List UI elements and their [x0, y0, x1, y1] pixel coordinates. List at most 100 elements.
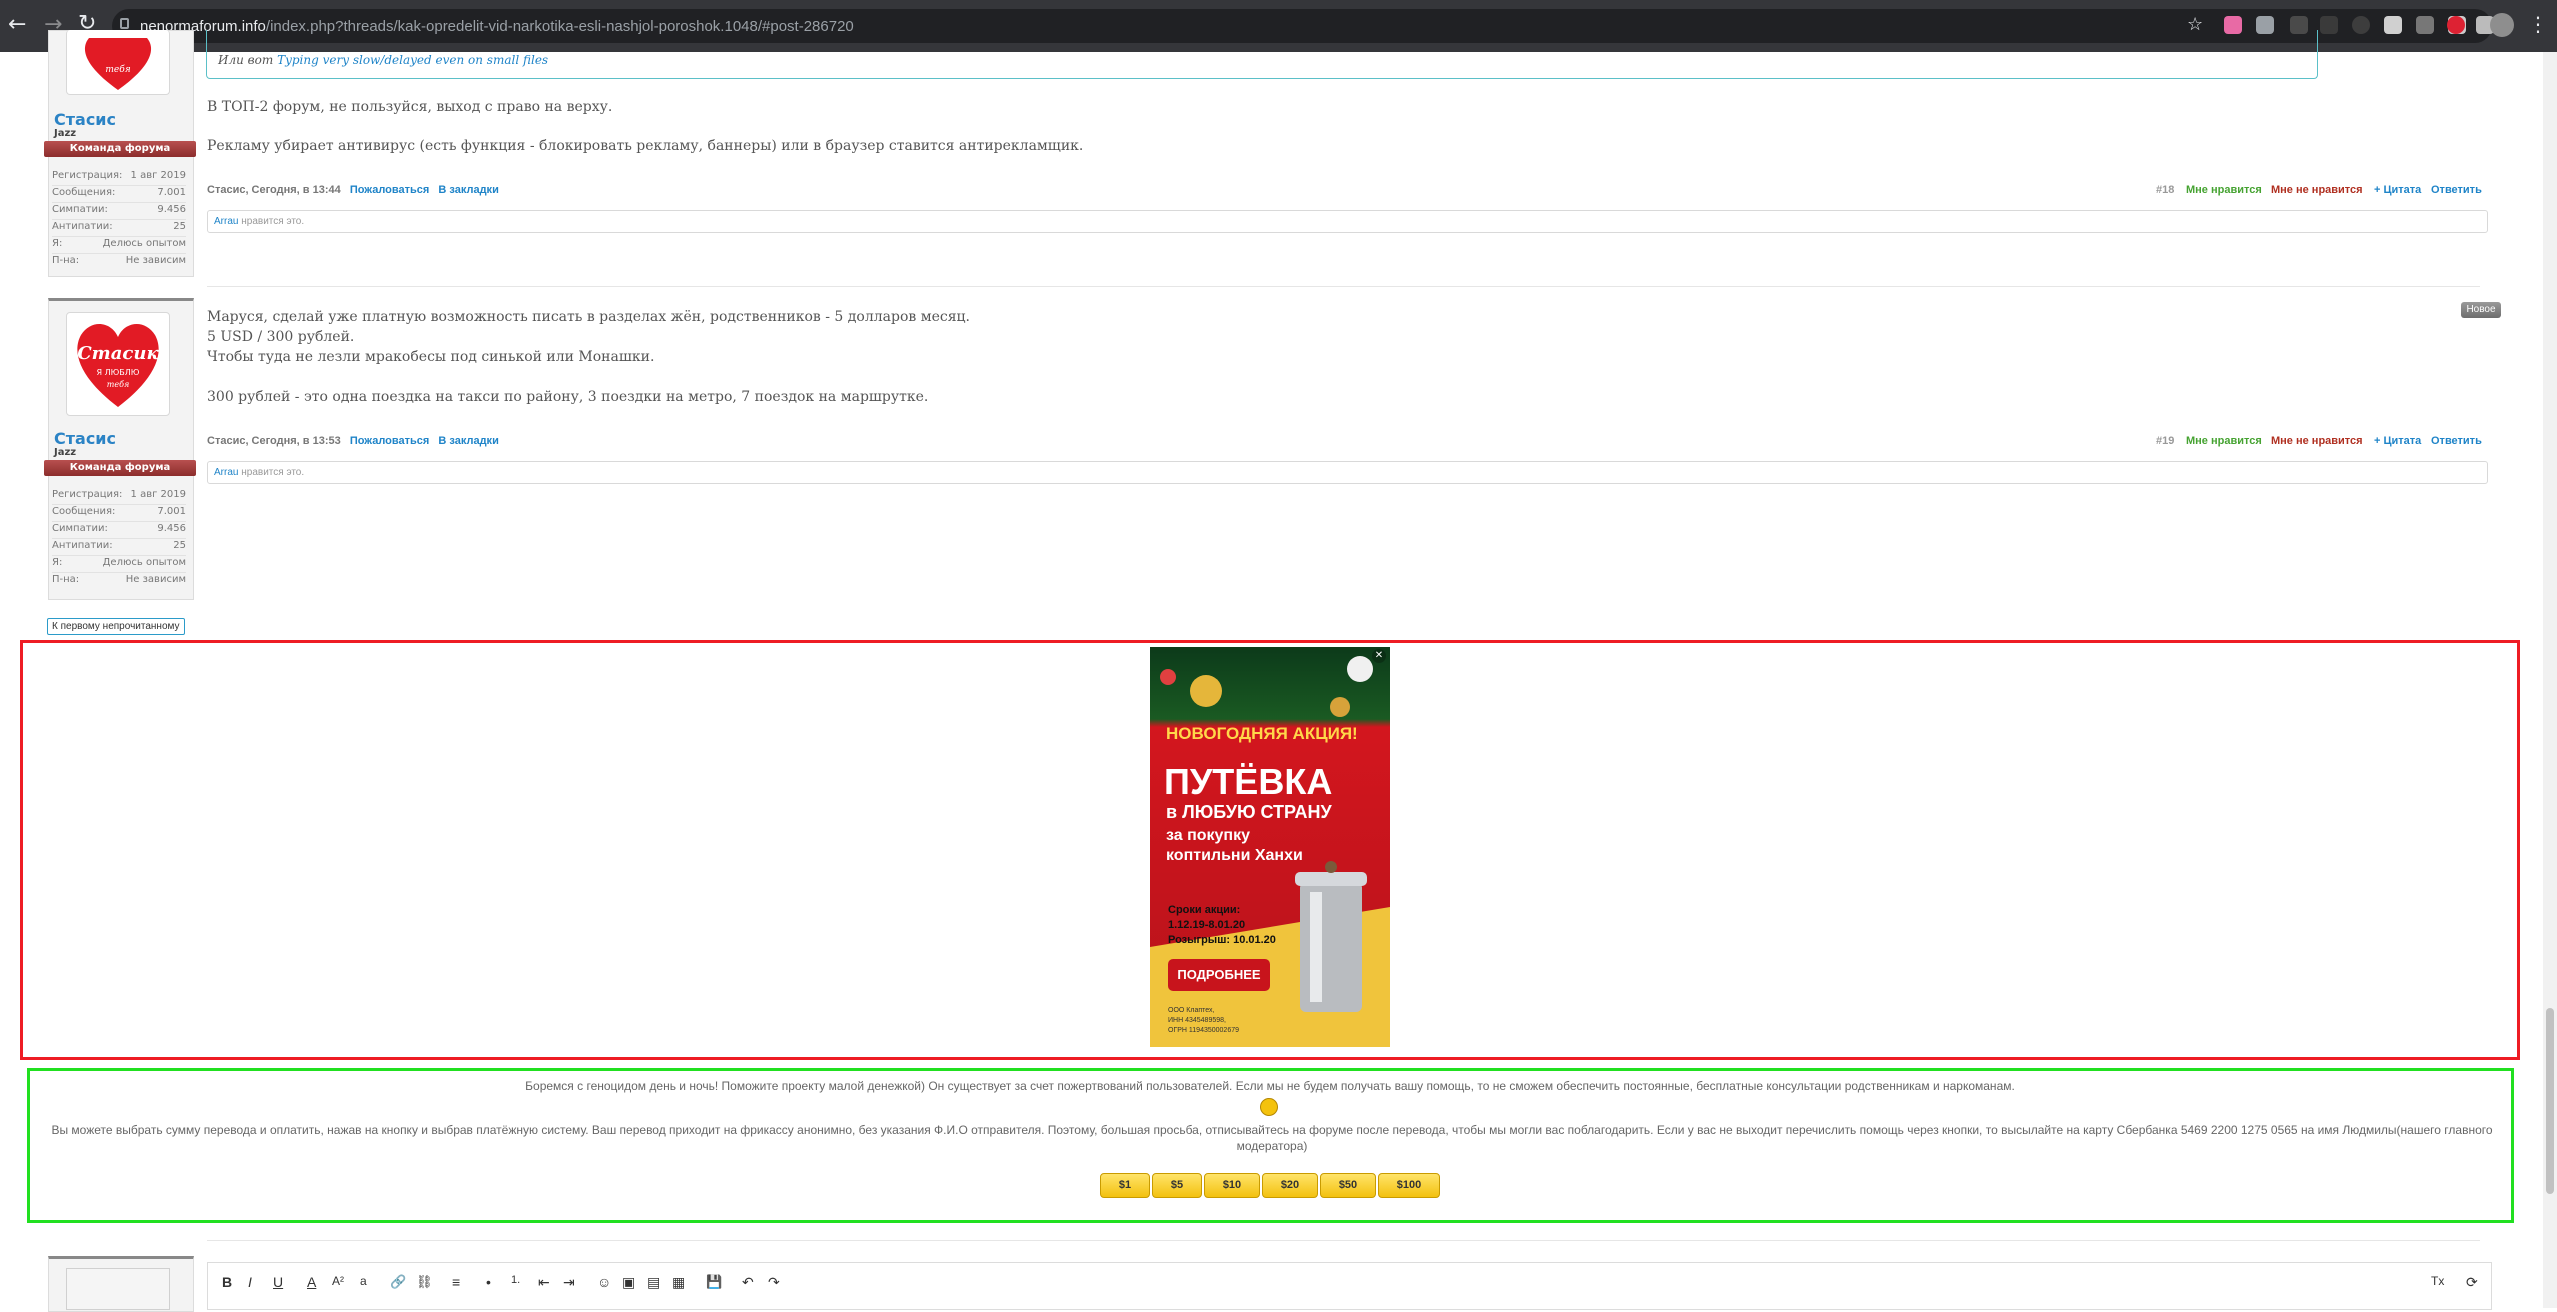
post-meta: Стасис, Сегодня, в 13:53 Пожаловаться В … [207, 435, 499, 447]
redo-icon[interactable]: ↷ [768, 1274, 780, 1291]
post-text-line: 5 USD / 300 рублей. [207, 329, 355, 345]
ad-legal: ООО Клаптех, [1168, 1007, 1215, 1014]
donation-instructions: Вы можете выбрать сумму перевода и оплат… [51, 1123, 2493, 1153]
svg-text:Я ЛЮБЛЮ: Я ЛЮБЛЮ [97, 368, 140, 377]
user-avatar[interactable]: Стасик Я ЛЮБЛЮ тебя [66, 312, 170, 416]
svg-text:тебя: тебя [105, 64, 130, 75]
report-link[interactable]: Пожаловаться [350, 184, 430, 196]
avatar-text: Стасик [77, 343, 159, 364]
post-number[interactable]: #19 [2156, 435, 2174, 447]
username[interactable]: Стасис [54, 429, 116, 448]
ad-dates-label: Сроки акции: [1168, 904, 1241, 916]
donation-text: Боремся с геноцидом день и ночь! Поможит… [525, 1079, 2015, 1093]
ad-more-button[interactable]: ПОДРОБНЕЕ [1168, 959, 1270, 991]
ad-close-icon[interactable]: ✕ [1372, 649, 1386, 663]
menu-icon[interactable]: ⋮ [2528, 12, 2548, 36]
ad-text: коптильни Ханхи [1166, 847, 1303, 864]
extension-icon-7[interactable] [2416, 16, 2434, 34]
ad-text: за покупку [1166, 827, 1250, 844]
ad-legal: ИНН 4345489598, [1168, 1017, 1226, 1024]
bookmark-link[interactable]: В закладки [438, 435, 498, 447]
italic-icon[interactable]: I [248, 1274, 252, 1290]
extension-icon-4[interactable] [2320, 16, 2338, 34]
underline-icon[interactable]: U [273, 1274, 283, 1290]
font-color-icon[interactable]: A [307, 1274, 316, 1290]
username[interactable]: Стасис [54, 110, 116, 129]
post-meta: Стасис, Сегодня, в 13:44 Пожаловаться В … [207, 184, 499, 196]
donate-1-button[interactable]: $1 [1100, 1173, 1150, 1198]
font-family-icon[interactable]: a [360, 1274, 367, 1288]
user-title: Jazz [54, 447, 77, 458]
heart-avatar-icon: тебя [84, 38, 152, 90]
donate-100-button[interactable]: $100 [1378, 1173, 1440, 1198]
editor-toolbar [207, 1262, 2492, 1310]
report-link[interactable]: Пожаловаться [350, 435, 430, 447]
insert-icon[interactable]: ▦ [672, 1274, 685, 1291]
back-icon[interactable]: ← [8, 12, 26, 37]
indent-icon[interactable]: ⇥ [563, 1274, 575, 1291]
save-draft-icon[interactable]: 💾 [706, 1274, 722, 1290]
reply-avatar[interactable] [66, 1268, 170, 1310]
reply-button[interactable]: Ответить [2431, 184, 2482, 196]
stat-status: П-на: Не зависим [52, 255, 186, 266]
like-button[interactable]: Мне нравится [2186, 435, 2262, 447]
staff-ribbon: Команда форума [44, 460, 196, 476]
smiley-icon [1260, 1098, 1278, 1116]
link-icon[interactable]: 🔗 [390, 1274, 406, 1290]
remove-format-icon[interactable]: Tx [2431, 1274, 2444, 1288]
editor-separator [207, 1240, 2480, 1241]
bullet-list-icon[interactable]: • [486, 1274, 491, 1290]
donate-5-button[interactable]: $5 [1152, 1173, 1202, 1198]
post-separator [207, 286, 2480, 287]
vpn-icon[interactable] [2384, 16, 2402, 34]
adblock-icon[interactable] [2447, 16, 2465, 34]
font-size-icon[interactable]: A² [332, 1274, 344, 1288]
ad-banner[interactable]: ✕ НОВОГОДНЯЯ АКЦИЯ! ПУТЁВКА в ЛЮБУЮ СТРА… [1150, 647, 1390, 1047]
ad-dates: 1.12.19-8.01.20 [1168, 919, 1246, 931]
undo-icon[interactable]: ↶ [742, 1274, 754, 1291]
first-unread-button[interactable]: К первому непрочитанному [47, 618, 185, 635]
like-button[interactable]: Мне нравится [2186, 184, 2262, 196]
new-badge: Новое [2461, 302, 2501, 318]
unlink-icon[interactable]: ⛓ [416, 1274, 433, 1290]
dislike-button[interactable]: Мне не нравится [2271, 184, 2363, 196]
quote-text: Или вот Typing very slow/delayed even on… [218, 53, 549, 67]
likes-user-link[interactable]: Arrau [214, 216, 238, 227]
extension-icon-5[interactable] [2352, 16, 2370, 34]
staff-ribbon: Команда форума [44, 141, 196, 157]
post-number[interactable]: #18 [2156, 184, 2174, 196]
profile-avatar[interactable] [2490, 13, 2514, 37]
dislike-button[interactable]: Мне не нравится [2271, 435, 2363, 447]
post-author-date[interactable]: Стасис, Сегодня, в 13:44 [207, 184, 341, 196]
post-text-line: В ТОП-2 форум, не пользуйся, выход с пра… [207, 99, 613, 115]
stat-status: П-на: Не зависим [52, 574, 186, 585]
align-icon[interactable]: ≡ [452, 1274, 460, 1290]
quote-button[interactable]: + Цитата [2374, 184, 2421, 196]
toggle-bbcode-icon[interactable]: ⟳ [2466, 1274, 2478, 1291]
user-title: Jazz [54, 128, 77, 139]
scrollbar-thumb[interactable] [2546, 1008, 2554, 1194]
smilies-icon[interactable]: ☺ [597, 1274, 611, 1290]
ad-title: ПУТЁВКА [1164, 761, 1333, 802]
likes-summary: Arrau нравится это. [207, 210, 2488, 233]
likes-user-link[interactable]: Arrau [214, 467, 238, 478]
donate-10-button[interactable]: $10 [1204, 1173, 1260, 1198]
quote-link[interactable]: Typing very slow/delayed even on small f… [277, 53, 548, 67]
post-text-line: 300 рублей - это одна поездка на такси п… [207, 389, 929, 405]
post-author-date[interactable]: Стасис, Сегодня, в 13:53 [207, 435, 341, 447]
user-avatar[interactable]: тебя [66, 30, 170, 95]
bold-icon[interactable]: B [222, 1274, 232, 1290]
reply-button[interactable]: Ответить [2431, 435, 2482, 447]
media-icon[interactable]: ▤ [647, 1274, 660, 1291]
likes-summary: Arrau нравится это. [207, 461, 2488, 484]
quote-button[interactable]: + Цитата [2374, 435, 2421, 447]
ad-subtitle: в ЛЮБУЮ СТРАНУ [1166, 802, 1332, 822]
image-icon[interactable]: ▣ [622, 1274, 635, 1291]
donate-20-button[interactable]: $20 [1262, 1173, 1318, 1198]
lock-icon [120, 18, 129, 29]
donate-50-button[interactable]: $50 [1320, 1173, 1376, 1198]
bookmark-link[interactable]: В закладки [438, 184, 498, 196]
post-text-line: Маруся, сделай уже платную возможность п… [207, 309, 970, 325]
numbered-list-icon[interactable]: 1. [511, 1274, 520, 1286]
outdent-icon[interactable]: ⇤ [538, 1274, 550, 1291]
